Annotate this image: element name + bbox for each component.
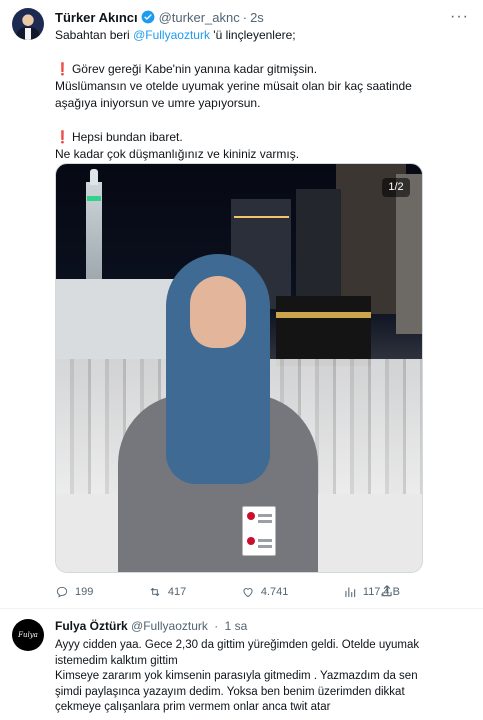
tweet-line: Ne kadar çok düşmanlığınız ve kininiz va… <box>55 147 300 161</box>
tweet-photo[interactable]: 1/2 <box>55 163 423 573</box>
reply-icon <box>56 586 68 598</box>
reply-count: 199 <box>75 586 94 598</box>
timestamp[interactable]: 2s <box>250 10 264 25</box>
exclamation-icon: ❗ <box>55 62 70 76</box>
author-name[interactable]: Fulya Öztürk <box>55 619 128 633</box>
tweet-line: aşağıya iniyorsun ve umre yapıyorsun. <box>55 96 261 110</box>
mention-link[interactable]: @Fullyaozturk <box>133 28 210 42</box>
author-handle[interactable]: @Fullyaozturk <box>131 619 208 633</box>
tweet-header: Türker Akıncı @turker_aknc · 2s <box>55 9 264 25</box>
verified-badge-icon <box>141 10 155 24</box>
avatar[interactable] <box>12 8 44 40</box>
reply-line: Kimseye zararım yok kimsenin parasıyla g… <box>55 670 418 682</box>
tweet-line: Sabahtan beri @Fullyaozturk 'ü linçleyen… <box>55 28 296 42</box>
share-icon[interactable] <box>380 584 394 598</box>
reply-text: Ayyy cidden yaa. Gece 2,30 da gittim yür… <box>55 638 470 716</box>
tower-building <box>396 174 422 334</box>
reply-line: şimdi paylaşınca yazayım dedim. Yoksa be… <box>55 685 405 698</box>
minaret-light <box>87 196 101 201</box>
separator-dot: · <box>214 619 219 633</box>
like-button[interactable]: 4.741 <box>241 585 289 599</box>
reply-line: istemedim kalktım gittim <box>55 654 178 667</box>
tweet-line: Müslümansın ve otelde uyumak yerine müsa… <box>55 79 412 93</box>
building-lights <box>234 216 289 218</box>
views-icon <box>345 587 356 598</box>
id-badge <box>242 506 276 556</box>
author-handle[interactable]: @turker_aknc <box>159 10 240 25</box>
tweet-text: Sabahtan beri @Fullyaozturk 'ü linçleyen… <box>55 27 470 163</box>
tweet-line: ❗ Hepsi bundan ibaret. <box>55 130 183 144</box>
exclamation-icon: ❗ <box>55 130 70 144</box>
separator-dot: · <box>242 9 248 25</box>
reply-tweet[interactable]: Fulya Fulya Öztürk @Fullyaozturk · 1 sa … <box>0 609 483 720</box>
reply-line: Ayyy cidden yaa. Gece 2,30 da gittim yür… <box>55 639 420 651</box>
retweet-count: 417 <box>167 586 187 598</box>
media-counter: 1/2 <box>382 178 410 197</box>
like-count: 4.741 <box>260 586 289 598</box>
more-icon[interactable]: ··· <box>450 8 469 26</box>
tweet-line: ❗ Görev gereği Kabe'nin yanına kadar gitm… <box>55 62 318 76</box>
author-name[interactable]: Türker Akıncı <box>55 10 138 25</box>
minaret-top <box>90 169 98 185</box>
action-bar: 199 417 4.741 117,4 B <box>55 583 400 601</box>
reply-header: Fulya Öztürk @Fullyaozturk · 1 sa <box>55 619 247 633</box>
timestamp[interactable]: 1 sa <box>225 619 248 633</box>
like-icon <box>243 588 253 598</box>
avatar-shirt <box>25 28 31 40</box>
avatar[interactable]: Fulya <box>12 619 44 651</box>
retweet-icon <box>150 588 160 596</box>
retweet-button[interactable]: 417 <box>148 585 186 599</box>
face <box>190 276 246 348</box>
tweet[interactable]: Türker Akıncı @turker_aknc · 2s ··· Saba… <box>0 0 483 608</box>
woman-figure <box>118 254 318 572</box>
reply-line: çekmeye çalışanlara prim vermem onlar an… <box>55 701 331 713</box>
reply-button[interactable]: 199 <box>55 585 93 599</box>
